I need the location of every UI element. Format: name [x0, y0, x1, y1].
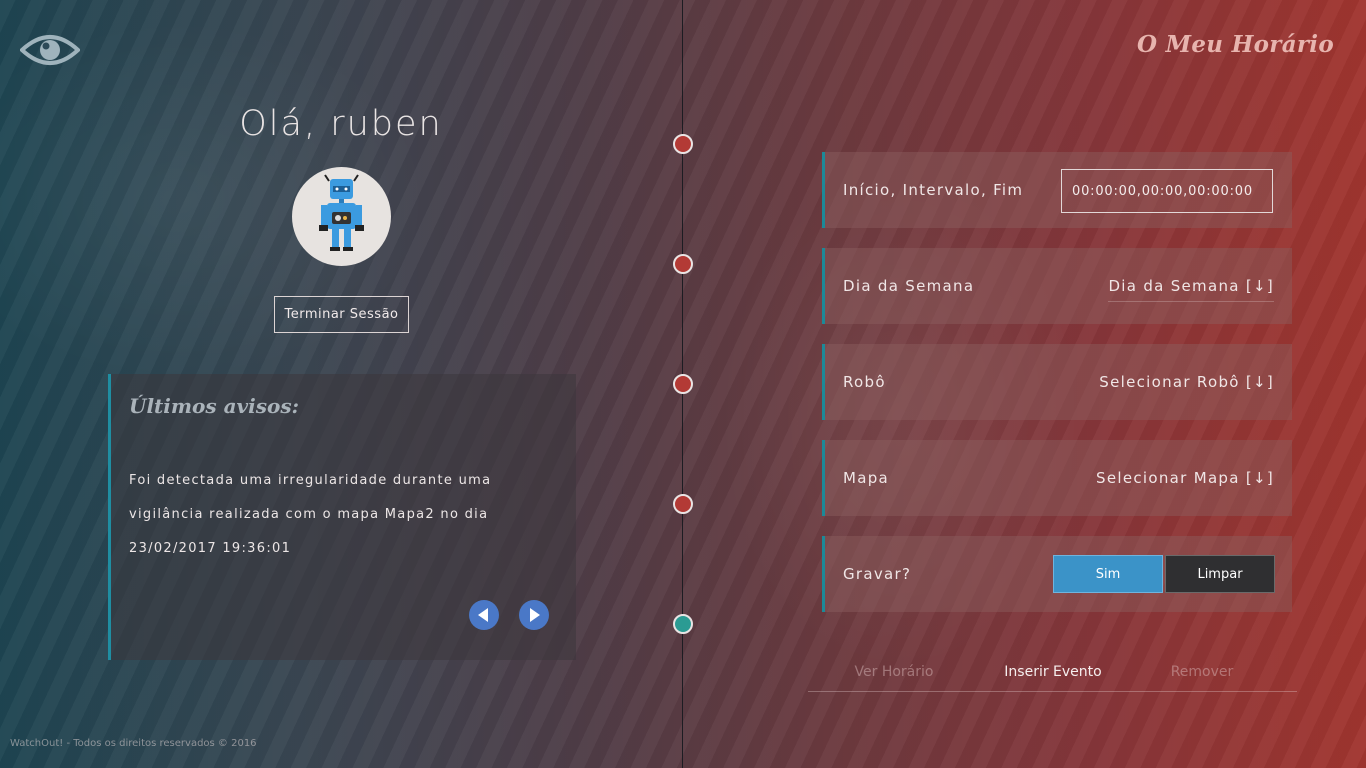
tab-remover[interactable]: Remover — [1122, 664, 1282, 680]
timeline-dot-map[interactable] — [673, 494, 693, 514]
clear-button[interactable]: Limpar — [1165, 555, 1275, 593]
save-field-label: Gravar? — [843, 565, 912, 583]
time-field-row: Início, Intervalo, Fim — [822, 152, 1292, 228]
logout-button[interactable]: Terminar Sessão — [274, 296, 409, 333]
timeline-dot-day[interactable] — [673, 254, 693, 274]
save-field-row: Gravar? Sim Limpar — [822, 536, 1292, 612]
arrow-left-icon — [478, 608, 488, 622]
notice-message: Foi detectada uma irregularidade durante… — [129, 473, 492, 556]
yes-button[interactable]: Sim — [1053, 555, 1163, 593]
map-field-row: Mapa Selecionar Mapa [↓] — [822, 440, 1292, 516]
footer-copyright: WatchOut! - Todos os direitos reservados… — [10, 738, 257, 749]
next-notice-button[interactable] — [519, 600, 549, 630]
time-input[interactable] — [1061, 169, 1273, 213]
robot-select[interactable]: Selecionar Robô [↓] — [1099, 373, 1274, 397]
tab-inserir-evento[interactable]: Inserir Evento — [973, 664, 1133, 680]
robot-avatar-icon — [319, 174, 364, 251]
eye-icon — [20, 35, 80, 65]
brand-title: O Meu Horário — [1136, 31, 1334, 58]
map-field-label: Mapa — [843, 469, 890, 487]
tabs-bar: Ver Horário Inserir Evento Remover — [808, 656, 1297, 692]
timeline-dot-time[interactable] — [673, 134, 693, 154]
day-field-label: Dia da Semana — [843, 277, 975, 295]
time-field-label: Início, Intervalo, Fim — [843, 181, 1024, 199]
arrow-right-icon — [530, 608, 540, 622]
timeline-dot-robot[interactable] — [673, 374, 693, 394]
robot-field-label: Robô — [843, 373, 886, 391]
greeting: Olá, ruben — [239, 104, 443, 144]
timeline-dot-save[interactable] — [673, 614, 693, 634]
notices-title: Últimos avisos: — [129, 394, 300, 418]
user-avatar — [292, 167, 391, 266]
notices-panel: Últimos avisos: Foi detectada uma irregu… — [108, 374, 576, 660]
day-select[interactable]: Dia da Semana [↓] — [1108, 277, 1274, 302]
robot-field-row: Robô Selecionar Robô [↓] — [822, 344, 1292, 420]
tab-ver-horario[interactable]: Ver Horário — [814, 664, 974, 680]
prev-notice-button[interactable] — [469, 600, 499, 630]
day-field-row: Dia da Semana Dia da Semana [↓] — [822, 248, 1292, 324]
map-select[interactable]: Selecionar Mapa [↓] — [1096, 469, 1274, 493]
